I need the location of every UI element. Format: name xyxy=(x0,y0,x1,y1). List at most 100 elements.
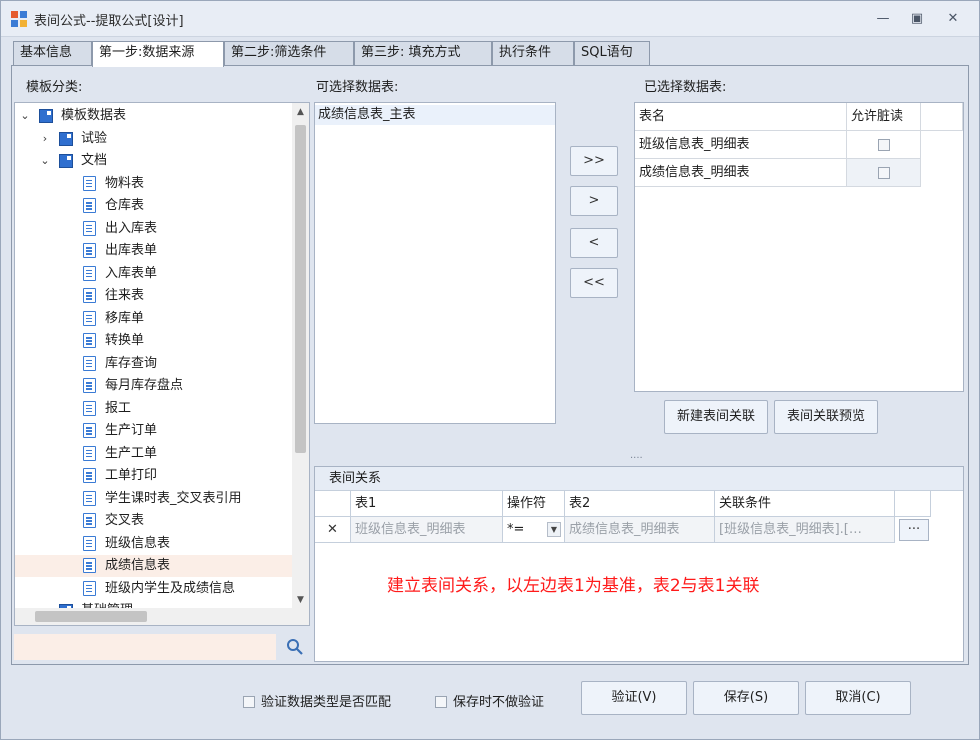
scroll-thumb[interactable] xyxy=(295,125,306,453)
dirty-read-cell[interactable] xyxy=(847,131,921,159)
chevron-down-icon[interactable]: ▼ xyxy=(547,522,561,537)
chevron-down-icon[interactable]: ⌄ xyxy=(19,105,31,127)
document-icon xyxy=(83,513,96,528)
tab-data-source[interactable]: 第一步:数据来源 xyxy=(92,41,224,67)
check-type-label: 验证数据类型是否匹配 xyxy=(261,695,392,710)
relation-preview-button[interactable]: 表间关联预览 xyxy=(774,400,878,434)
dirty-read-checkbox[interactable] xyxy=(877,166,890,179)
folder-icon xyxy=(59,154,73,168)
selected-table-row-name[interactable]: 班级信息表_明细表 xyxy=(635,131,847,159)
verify-button[interactable]: 验证(V) xyxy=(581,681,687,715)
tree-item-label: 交叉表 xyxy=(105,513,145,528)
tree-item-document[interactable]: 工单打印 xyxy=(15,465,293,487)
splitter-grip[interactable]: .... xyxy=(630,450,643,461)
relation-condition-cell[interactable]: [班级信息表_明细表].[… xyxy=(715,517,895,543)
tree-item-document[interactable]: 移库单 xyxy=(15,308,293,330)
tree-item-label: 转换单 xyxy=(105,333,145,348)
remove-button[interactable]: < xyxy=(570,228,618,258)
add-all-button[interactable]: >> xyxy=(570,146,618,176)
chevron-right-icon[interactable]: › xyxy=(39,128,51,150)
column-header-table-name[interactable]: 表名 xyxy=(635,103,847,131)
tree-item-document[interactable]: 生产工单 xyxy=(15,443,293,465)
minimize-icon[interactable]: — xyxy=(875,11,891,27)
tree-item-document[interactable]: 入库表单 xyxy=(15,263,293,285)
no-validate-checkbox[interactable] xyxy=(435,695,447,708)
selected-table-row-name[interactable]: 成绩信息表_明细表 xyxy=(635,159,847,187)
restore-icon[interactable]: ▣ xyxy=(909,11,925,27)
column-header-table1[interactable]: 表1 xyxy=(351,491,503,517)
tab-exec-condition[interactable]: 执行条件 xyxy=(492,41,574,65)
tree-item-root[interactable]: ⌄ 模板数据表 xyxy=(15,105,293,127)
template-category-label: 模板分类: xyxy=(26,80,83,95)
tree-item-document[interactable]: 班级信息表 xyxy=(15,533,293,555)
document-icon xyxy=(83,198,96,213)
chevron-down-icon[interactable]: ⌄ xyxy=(39,150,51,172)
tree-item-document[interactable]: 学生课时表_交叉表引用 xyxy=(15,488,293,510)
document-icon xyxy=(83,490,96,506)
tab-sql[interactable]: SQL语句 xyxy=(574,41,650,65)
tree-item-label: 班级信息表 xyxy=(105,535,171,551)
document-icon xyxy=(83,265,96,281)
hscroll-thumb[interactable] xyxy=(35,611,147,622)
tab-fill-mode[interactable]: 第三步: 填充方式 xyxy=(354,41,492,65)
tree-item-label: 文档 xyxy=(81,153,108,168)
search-icon[interactable] xyxy=(286,638,304,656)
check-type-checkbox[interactable] xyxy=(243,695,255,708)
tree-item-document[interactable]: 出库表单 xyxy=(15,240,293,262)
tree-hscrollbar[interactable] xyxy=(15,608,309,625)
column-header-table2[interactable]: 表2 xyxy=(565,491,715,517)
new-relation-button[interactable]: 新建表间关联 xyxy=(664,400,768,434)
column-header-condition[interactable]: 关联条件 xyxy=(715,491,895,517)
condition-edit-button[interactable]: ··· xyxy=(899,519,929,541)
tree-item-document[interactable]: 交叉表 xyxy=(15,510,293,532)
document-icon xyxy=(83,445,96,461)
tree-item-document[interactable]: 往来表 xyxy=(15,285,293,307)
cancel-button[interactable]: 取消(C) xyxy=(805,681,911,715)
tree-item-label: 试验 xyxy=(81,130,108,146)
no-validate-option[interactable]: 保存时不做验证 xyxy=(435,691,544,710)
add-button[interactable]: > xyxy=(570,186,618,216)
tree-vscrollbar[interactable]: ▲ ▼ xyxy=(292,103,309,609)
delete-row-icon[interactable]: ✕ xyxy=(315,517,351,543)
document-icon xyxy=(83,355,96,371)
operator-select[interactable]: *= ▼ xyxy=(503,517,565,543)
scroll-down-icon[interactable]: ▼ xyxy=(292,591,309,609)
tree-item-label: 往来表 xyxy=(105,288,145,303)
save-button[interactable]: 保存(S) xyxy=(693,681,799,715)
available-table-item[interactable]: 成绩信息表_主表 xyxy=(315,105,555,125)
tree-item-document[interactable]: 每月库存盘点 xyxy=(15,375,293,397)
column-header-dirty-read[interactable]: 允许脏读 xyxy=(847,103,921,131)
available-tables-list[interactable]: 成绩信息表_主表 xyxy=(314,102,556,424)
relation-table2-cell[interactable]: 成绩信息表_明细表 xyxy=(565,517,715,543)
tree-item-document[interactable]: 库存查询 xyxy=(15,353,293,375)
check-type-option[interactable]: 验证数据类型是否匹配 xyxy=(243,691,391,710)
tree-item-document[interactable]: 物料表 xyxy=(15,173,293,195)
scroll-up-icon[interactable]: ▲ xyxy=(292,103,309,121)
window-title: 表间公式--提取公式[设计] xyxy=(34,14,184,29)
remove-all-button[interactable]: << xyxy=(570,268,618,298)
tree-search-input[interactable] xyxy=(14,634,276,660)
dirty-read-checkbox[interactable] xyxy=(877,138,890,151)
document-icon xyxy=(83,243,96,258)
tree-item-document[interactable]: 仓库表 xyxy=(15,195,293,217)
tree-item-group[interactable]: › 试验 xyxy=(15,128,293,150)
tree-item-document[interactable]: 生产订单 xyxy=(15,420,293,442)
tree-item-document[interactable]: 班级内学生及成绩信息 xyxy=(15,578,293,600)
tab-basic-info[interactable]: 基本信息 xyxy=(13,41,92,65)
dirty-read-cell[interactable] xyxy=(847,159,921,187)
tree-item-label: 出库表单 xyxy=(105,243,158,258)
document-icon xyxy=(83,310,96,326)
close-icon[interactable]: ✕ xyxy=(945,11,961,27)
relations-title: 表间关系 xyxy=(315,467,963,491)
column-header-operator[interactable]: 操作符 xyxy=(503,491,565,517)
tab-filter[interactable]: 第二步:筛选条件 xyxy=(224,41,354,65)
tree-item-document[interactable]: 转换单 xyxy=(15,330,293,352)
tree-item-document[interactable]: 成绩信息表 xyxy=(15,555,293,577)
tree-search xyxy=(14,634,310,660)
relation-table1-cell[interactable]: 班级信息表_明细表 xyxy=(351,517,503,543)
tree-item-group[interactable]: ⌄ 文档 xyxy=(15,150,293,172)
folder-icon xyxy=(59,131,73,146)
tree-item-document[interactable]: 报工 xyxy=(15,398,293,420)
tree-item-document[interactable]: 出入库表 xyxy=(15,218,293,240)
available-tables-label: 可选择数据表: xyxy=(316,80,399,95)
